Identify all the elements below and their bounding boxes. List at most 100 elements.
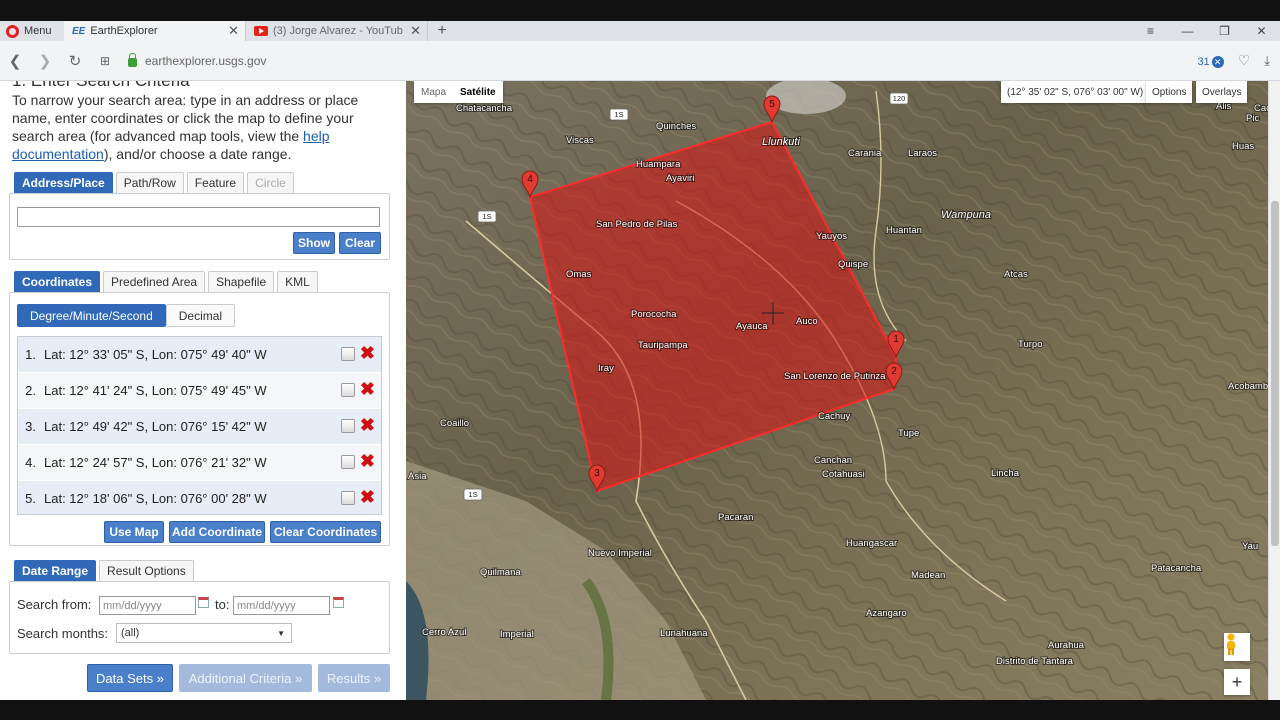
map-type-mapa[interactable]: Mapa bbox=[414, 87, 453, 98]
tab-shapefile[interactable]: Shapefile bbox=[208, 271, 275, 292]
clear-coordinates-button[interactable]: Clear Coordinates bbox=[270, 521, 381, 543]
map-place-label: Huampara bbox=[636, 159, 681, 170]
search-months-label: Search months: bbox=[17, 626, 109, 641]
zoom-in-button[interactable]: + bbox=[1224, 669, 1250, 695]
coordinate-row-1[interactable]: 1. Lat: 12° 33' 05" S, Lon: 075° 49' 40" … bbox=[18, 337, 381, 373]
coordinate-row-5[interactable]: 5. Lat: 12° 18' 06" S, Lon: 076° 00' 28" … bbox=[18, 481, 381, 514]
calendar-icon[interactable] bbox=[333, 597, 344, 608]
tab-youtube[interactable]: (3) Jorge Alvarez - YouTub ✕ bbox=[246, 21, 428, 41]
delete-coordinate-icon[interactable]: ✖ bbox=[360, 451, 375, 472]
tab-kml[interactable]: KML bbox=[277, 271, 318, 292]
map-type-satellite[interactable]: Satélite bbox=[453, 87, 503, 98]
map-place-label: Patacancha bbox=[1151, 563, 1202, 574]
tab-earthexplorer[interactable]: EE EarthExplorer ✕ bbox=[64, 21, 246, 41]
delete-coordinate-icon[interactable]: ✖ bbox=[360, 415, 375, 436]
map-place-label: Asia bbox=[408, 471, 427, 482]
map-place-label: Canchan bbox=[814, 455, 852, 466]
satellite-map[interactable]: 12345 Chatacancha Alis Quinches Viscas Huamp… bbox=[406, 81, 1268, 700]
map-place-label: Turpo bbox=[1018, 339, 1042, 350]
scrollbar-thumb[interactable] bbox=[1271, 201, 1279, 546]
svg-text:120: 120 bbox=[893, 94, 906, 103]
map-place-label: Chatacancha bbox=[456, 103, 513, 114]
close-tab-icon[interactable]: ✕ bbox=[228, 23, 239, 39]
delete-coordinate-icon[interactable]: ✖ bbox=[360, 343, 375, 364]
forward-icon[interactable]: ❯ bbox=[30, 52, 60, 70]
minimize-icon[interactable]: — bbox=[1169, 21, 1206, 41]
clear-button[interactable]: Clear bbox=[339, 232, 381, 254]
date-range-box: Search from: mm/dd/yyyy to: mm/dd/yyyy S… bbox=[9, 581, 390, 654]
months-select[interactable]: (all) ▼ bbox=[116, 623, 292, 643]
delete-coordinate-icon[interactable]: ✖ bbox=[360, 487, 375, 508]
tab-circle[interactable]: Circle bbox=[247, 172, 294, 193]
map-place-label: Lunahuana bbox=[660, 628, 708, 639]
map-place-label: Lincha bbox=[991, 468, 1020, 479]
map-place-label: San Lorenzo de Putinza bbox=[784, 371, 886, 382]
edit-coordinate-icon[interactable] bbox=[341, 455, 355, 469]
tab-predefined-area[interactable]: Predefined Area bbox=[103, 271, 206, 292]
new-tab-button[interactable]: + bbox=[428, 21, 456, 41]
intro-part-2: ), and/or choose a date range. bbox=[103, 146, 292, 162]
close-tab-icon[interactable]: ✕ bbox=[410, 23, 421, 39]
edit-coordinate-icon[interactable] bbox=[341, 347, 355, 361]
address-input[interactable] bbox=[17, 207, 380, 227]
calendar-icon[interactable] bbox=[198, 597, 209, 608]
edit-coordinate-icon[interactable] bbox=[341, 419, 355, 433]
show-button[interactable]: Show bbox=[293, 232, 335, 254]
reload-icon[interactable]: ↻ bbox=[60, 52, 90, 70]
results-button[interactable]: Results » bbox=[318, 664, 390, 692]
tab-menu-icon[interactable]: ≡ bbox=[1132, 21, 1169, 41]
additional-criteria-button[interactable]: Additional Criteria » bbox=[179, 664, 312, 692]
heart-icon[interactable]: ♡ bbox=[1238, 52, 1251, 69]
map-place-label: Laraos bbox=[908, 148, 937, 159]
street-view-pegman-icon[interactable] bbox=[1224, 633, 1250, 661]
map-options-button[interactable]: Options bbox=[1146, 81, 1193, 103]
tab-path-row[interactable]: Path/Row bbox=[115, 172, 184, 193]
youtube-favicon-icon bbox=[254, 26, 268, 36]
speed-dial-icon[interactable]: ⊞ bbox=[90, 54, 120, 68]
edit-coordinate-icon[interactable] bbox=[341, 491, 355, 505]
restore-icon[interactable]: ❐ bbox=[1206, 21, 1243, 41]
map-place-label: Quilmana bbox=[480, 567, 521, 578]
map-place-label: Huantan bbox=[886, 225, 922, 236]
coordinate-row-2[interactable]: 2. Lat: 12° 41' 24" S, Lon: 075° 49' 45" … bbox=[18, 373, 381, 409]
coordinate-row-3[interactable]: 3. Lat: 12° 49' 42" S, Lon: 076° 15' 42" … bbox=[18, 409, 381, 445]
intro-text: To narrow your search area: type in an a… bbox=[12, 91, 392, 163]
map-place-label: Cachuy bbox=[818, 411, 850, 422]
coordinate-row-4[interactable]: 4. Lat: 12° 24' 57" S, Lon: 076° 21' 32" … bbox=[18, 445, 381, 481]
screen-top-border bbox=[0, 0, 1280, 21]
map-place-label: Iray bbox=[598, 363, 614, 374]
url-field[interactable]: earthexplorer.usgs.gov bbox=[128, 53, 1197, 68]
tab-coordinates[interactable]: Coordinates bbox=[14, 271, 101, 292]
tab-date-range[interactable]: Date Range bbox=[14, 560, 97, 581]
map-place-label: Porococha bbox=[631, 309, 677, 320]
data-sets-button[interactable]: Data Sets » bbox=[87, 664, 173, 692]
map-overlays-button[interactable]: Overlays bbox=[1196, 81, 1248, 103]
download-icon[interactable]: ⤓ bbox=[1264, 53, 1270, 69]
svg-text:1S: 1S bbox=[482, 212, 491, 221]
map-canvas[interactable]: 12345 Chatacancha AlisQuinchesViscasHuamp… bbox=[406, 81, 1268, 700]
road-shield: 1S bbox=[477, 210, 497, 223]
decimal-tab[interactable]: Decimal bbox=[165, 304, 236, 327]
add-coordinate-button[interactable]: Add Coordinate bbox=[169, 521, 265, 543]
tab-feature[interactable]: Feature bbox=[186, 172, 245, 193]
back-icon[interactable]: ❮ bbox=[0, 52, 30, 70]
degree-minute-second-tab[interactable]: Degree/Minute/Second bbox=[17, 304, 166, 327]
window-close-icon[interactable]: ✕ bbox=[1243, 21, 1280, 41]
use-map-button[interactable]: Use Map bbox=[104, 521, 164, 543]
menu-label: Menu bbox=[24, 25, 52, 37]
page-scrollbar[interactable] bbox=[1268, 81, 1280, 700]
tab-address-place[interactable]: Address/Place bbox=[14, 172, 113, 193]
map-place-label: Ayaviri bbox=[666, 173, 694, 184]
adblock-counter[interactable]: 31 ✕ bbox=[1197, 54, 1224, 68]
tab-result-options[interactable]: Result Options bbox=[99, 560, 194, 581]
map-place-label: Madean bbox=[911, 570, 945, 581]
date-to-input[interactable]: mm/dd/yyyy bbox=[233, 596, 330, 615]
date-from-input[interactable]: mm/dd/yyyy bbox=[99, 596, 196, 615]
tab-title: EarthExplorer bbox=[90, 25, 158, 37]
road-shield: 1S bbox=[609, 108, 629, 121]
delete-coordinate-icon[interactable]: ✖ bbox=[360, 379, 375, 400]
opera-logo-icon bbox=[6, 24, 19, 38]
map-place-label: Pic bbox=[1246, 113, 1259, 124]
browser-menu-button[interactable]: Menu bbox=[0, 21, 64, 41]
edit-coordinate-icon[interactable] bbox=[341, 383, 355, 397]
